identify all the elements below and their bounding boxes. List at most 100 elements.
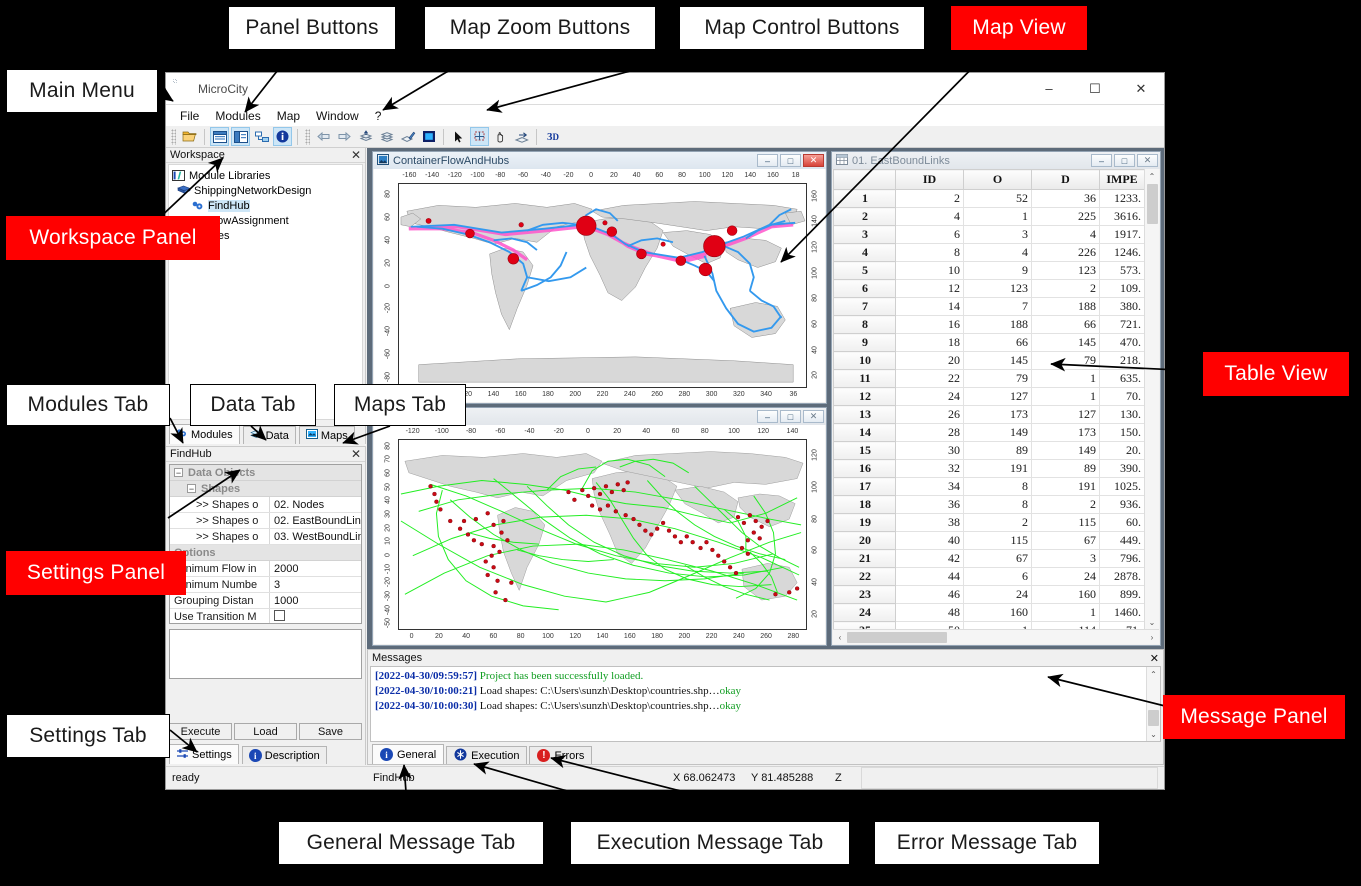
menu-item-help[interactable]: ? — [367, 107, 390, 125]
table-cell[interactable]: 1 — [1031, 387, 1100, 406]
table-cell[interactable]: 8 — [963, 495, 1032, 514]
settings-property-grid[interactable]: − Data Objects − Shapes >> Shapes o 02. … — [169, 464, 362, 624]
minimize-button[interactable]: – — [1026, 73, 1072, 104]
row-header-cell[interactable]: 6 — [833, 279, 896, 298]
property-row-shapes-westbound[interactable]: >> Shapes o 03. WestBoundLink — [170, 529, 361, 545]
table-row[interactable]: 3 6 3 4 1917. — [833, 225, 1144, 244]
table-cell[interactable]: 115 — [1031, 513, 1100, 532]
table-cell[interactable]: 109. — [1099, 279, 1144, 298]
table-cell[interactable]: 6 — [963, 567, 1032, 586]
table-row[interactable]: 22 44 6 24 2878. — [833, 567, 1144, 586]
table-cell[interactable]: 1233. — [1099, 189, 1144, 208]
table-cell[interactable]: 2878. — [1099, 567, 1144, 586]
message-list-box[interactable]: [2022-04-30/09:59:57] Project has been s… — [370, 666, 1161, 742]
open-project-button[interactable] — [180, 127, 199, 146]
row-header-cell[interactable]: 3 — [833, 225, 896, 244]
table-cell[interactable]: 191 — [1031, 477, 1100, 496]
table-row[interactable]: 5 10 9 123 573. — [833, 261, 1144, 280]
table-close-button[interactable]: ✕ — [1137, 154, 1158, 167]
row-header-cell[interactable]: 15 — [833, 441, 896, 460]
table-cell[interactable]: 12 — [895, 279, 964, 298]
save-button[interactable]: Save — [299, 723, 362, 740]
row-header-cell[interactable]: 21 — [833, 549, 896, 568]
close-button[interactable]: ✕ — [1118, 73, 1164, 104]
table-cell[interactable]: 89 — [963, 441, 1032, 460]
table-cell[interactable]: 3 — [963, 225, 1032, 244]
grid-column-header[interactable]: IMPE — [1099, 169, 1144, 190]
zoom-layer-button[interactable] — [356, 127, 375, 146]
workspace-close-icon[interactable]: ✕ — [351, 149, 361, 161]
table-cell[interactable]: 127 — [963, 387, 1032, 406]
map1-title-bar[interactable]: ContainerFlowAndHubs – □ ✕ — [373, 152, 826, 169]
table-cell[interactable]: 123 — [1031, 261, 1100, 280]
table-row[interactable]: 24 48 160 1 1460. — [833, 603, 1144, 622]
property-value[interactable]: 2000 — [270, 563, 361, 575]
message-scroll-thumb[interactable] — [1148, 710, 1159, 726]
table-cell[interactable]: 8 — [895, 243, 964, 262]
table-cell[interactable]: 3616. — [1099, 207, 1144, 226]
row-header-cell[interactable]: 7 — [833, 297, 896, 316]
execute-button[interactable]: Execute — [169, 723, 232, 740]
property-row-use-transition-matrix[interactable]: Use Transition M — [170, 609, 361, 623]
table-row[interactable]: 2 4 1 225 3616. — [833, 207, 1144, 226]
table-cell[interactable]: 1025. — [1099, 477, 1144, 496]
table-cell[interactable]: 22 — [895, 369, 964, 388]
table-cell[interactable]: 188 — [1031, 297, 1100, 316]
property-value[interactable]: 1000 — [270, 595, 361, 607]
table-row[interactable]: 10 20 145 79 218. — [833, 351, 1144, 370]
table-cell[interactable]: 380. — [1099, 297, 1144, 316]
layer-style-button[interactable] — [398, 127, 417, 146]
property-row-shapes-eastbound[interactable]: >> Shapes o 02. EastBoundLinks — [170, 513, 361, 529]
table-cell[interactable]: 635. — [1099, 369, 1144, 388]
row-header-cell[interactable]: 20 — [833, 531, 896, 550]
table-cell[interactable]: 173 — [963, 405, 1032, 424]
toggle-settings-panel-button[interactable] — [231, 127, 250, 146]
row-header-cell[interactable]: 18 — [833, 495, 896, 514]
table-cell[interactable]: 1 — [1031, 603, 1100, 622]
table-cell[interactable]: 2 — [1031, 279, 1100, 298]
table-cell[interactable]: 60. — [1099, 513, 1144, 532]
table-cell[interactable]: 10 — [895, 261, 964, 280]
table-cell[interactable]: 191 — [963, 459, 1032, 478]
table-minimize-button[interactable]: – — [1091, 154, 1112, 167]
tree-node-module-libraries[interactable]: Module Libraries — [171, 168, 360, 183]
table-cell[interactable]: 36 — [1031, 189, 1100, 208]
row-header-cell[interactable]: 8 — [833, 315, 896, 334]
map1-minimize-button[interactable]: – — [757, 154, 778, 167]
maximize-button[interactable]: ☐ — [1072, 73, 1118, 104]
tab-execution-messages[interactable]: Execution — [446, 746, 528, 764]
message-vertical-scrollbar[interactable]: ⌃ ⌄ — [1146, 667, 1160, 741]
table-vertical-scrollbar[interactable]: ⌃ ⌄ — [1144, 169, 1159, 629]
property-value[interactable]: 02. Nodes — [270, 499, 361, 511]
table-cell[interactable]: 1 — [963, 621, 1032, 629]
table-cell[interactable]: 16 — [895, 315, 964, 334]
table-cell[interactable]: 14 — [895, 297, 964, 316]
map2-minimize-button[interactable]: – — [757, 410, 778, 423]
tab-data[interactable]: Data — [242, 426, 296, 444]
row-header-cell[interactable]: 17 — [833, 477, 896, 496]
table-scroll-area[interactable]: ID O D IMPE 1 2 52 36 1233. 2 4 1 225 3616. 3 6 3 4 1917.… — [833, 169, 1159, 629]
table-cell[interactable]: 46 — [895, 585, 964, 604]
table-cell[interactable]: 26 — [895, 405, 964, 424]
workspace-tree[interactable]: Module Libraries ShippingNetworkDesign F… — [168, 164, 363, 420]
property-row-minimum-number[interactable]: Minimum Numbe 3 — [170, 577, 361, 593]
table-cell[interactable]: 115 — [963, 531, 1032, 550]
table-cell[interactable]: 3 — [1031, 549, 1100, 568]
table-cell[interactable]: 9 — [963, 261, 1032, 280]
row-header-cell[interactable]: 2 — [833, 207, 896, 226]
row-header-cell[interactable]: 9 — [833, 333, 896, 352]
grid-corner-header[interactable] — [833, 169, 896, 190]
row-header-cell[interactable]: 24 — [833, 603, 896, 622]
table-cell[interactable]: 66 — [1031, 315, 1100, 334]
table-cell[interactable]: 226 — [1031, 243, 1100, 262]
table-cell[interactable]: 28 — [895, 423, 964, 442]
menu-item-map[interactable]: Map — [269, 107, 308, 125]
table-cell[interactable]: 936. — [1099, 495, 1144, 514]
grid-column-header[interactable]: ID — [895, 169, 964, 190]
zoom-all-layers-button[interactable] — [377, 127, 396, 146]
horizontal-scroll-thumb[interactable] — [847, 631, 947, 643]
table-cell[interactable]: 1917. — [1099, 225, 1144, 244]
table-row[interactable]: 19 38 2 115 60. — [833, 513, 1144, 532]
table-cell[interactable]: 89 — [1031, 459, 1100, 478]
table-cell[interactable]: 30 — [895, 441, 964, 460]
